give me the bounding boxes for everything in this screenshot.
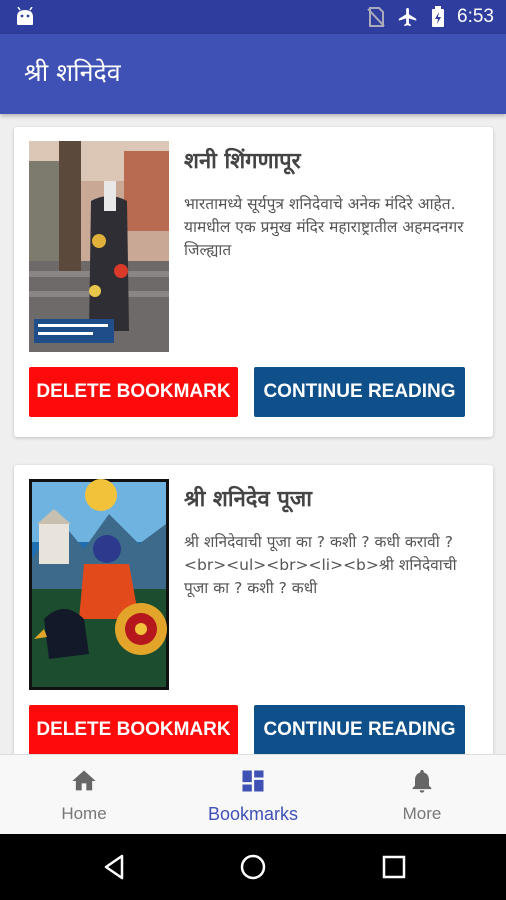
card-description: भारतामध्ये सूर्यपुत्र शनिदेवाचे अनेक मंद… — [184, 195, 464, 259]
no-sim-icon — [367, 7, 385, 27]
delete-bookmark-button[interactable]: DELETE BOOKMARK — [29, 705, 238, 754]
recents-icon[interactable] — [379, 852, 409, 882]
nav-home-label: Home — [61, 804, 107, 823]
continue-reading-button[interactable]: CONTINUE READING — [254, 367, 465, 417]
bookmark-list[interactable]: शनी शिंगणापूर भारतामध्ये सूर्यपुत्र शनिद… — [0, 114, 506, 754]
system-navigation-bar — [0, 834, 506, 900]
bottom-navigation: Home Bookmarks More — [0, 754, 506, 835]
card-title: श्री शनिदेव पूजा — [184, 487, 312, 512]
bookmark-card[interactable]: शनी शिंगणापूर भारतामध्ये सूर्यपुत्र शनिद… — [14, 127, 493, 437]
airplane-mode-icon — [398, 7, 417, 27]
delete-bookmark-button[interactable]: DELETE BOOKMARK — [29, 367, 238, 417]
android-icon — [17, 7, 33, 25]
dashboard-icon — [242, 770, 264, 792]
shani-dev-puja-image — [29, 479, 169, 690]
nav-more-label: More — [402, 804, 442, 823]
card-description: श्री शनिदेवाची पूजा का ? कशी ? कधी करावी… — [184, 533, 457, 597]
back-icon[interactable] — [100, 852, 130, 882]
battery-charging-icon — [432, 6, 445, 27]
bell-icon — [412, 769, 432, 793]
home-icon — [72, 770, 96, 791]
card-title: शनी शिंगणापूर — [184, 149, 301, 174]
status-time: 6:53 — [457, 6, 494, 27]
continue-reading-button[interactable]: CONTINUE READING — [254, 705, 465, 754]
app-bar: श्री शनिदेव — [0, 34, 506, 114]
status-bar: 6:53 — [0, 0, 506, 34]
bookmark-card[interactable]: श्री शनिदेव पूजा श्री शनिदेवाची पूजा का … — [14, 465, 493, 754]
app-title: श्री शनिदेव — [24, 58, 121, 87]
nav-bookmarks-label: Bookmarks — [207, 804, 299, 824]
nav-more[interactable]: More — [338, 755, 506, 835]
shani-shingnapur-image — [29, 141, 169, 352]
nav-home[interactable]: Home — [0, 755, 168, 835]
nav-bookmarks[interactable]: Bookmarks — [169, 755, 337, 835]
home-circle-icon[interactable] — [238, 852, 268, 882]
